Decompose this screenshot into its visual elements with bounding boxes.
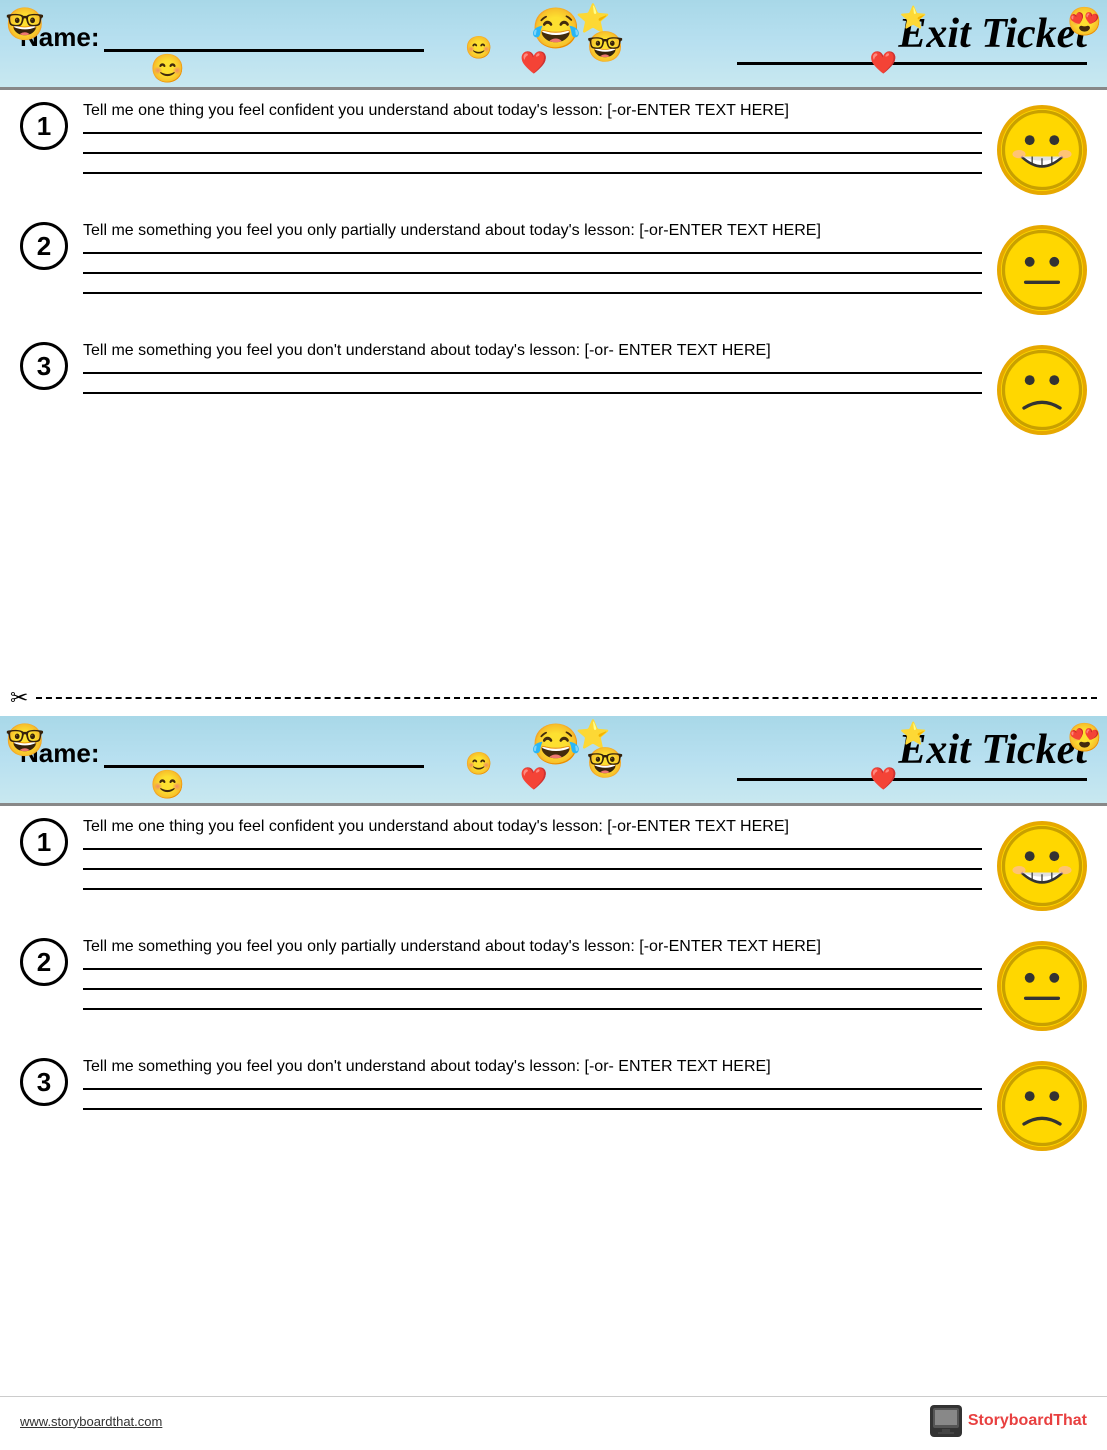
answer-line-1c-top[interactable] xyxy=(83,172,982,174)
question-text-3-top: Tell me something you feel you don't und… xyxy=(83,340,982,362)
answer-line-2a-top[interactable] xyxy=(83,252,982,254)
question-text-2-bottom: Tell me something you feel you only part… xyxy=(83,936,982,958)
face-neutral-top xyxy=(997,225,1087,315)
answer-lines-1-top xyxy=(83,132,982,174)
happy-face-svg-bottom xyxy=(1001,821,1083,911)
neutral-face-svg-bottom xyxy=(1001,941,1083,1031)
header-bottom: 🤓 😂 ⭐ 🤓 😊 ❤️ ❤️ ⭐ 😍 😊 Name: Exit Ticket xyxy=(0,716,1107,806)
question-text-1-bottom: Tell me one thing you feel confident you… xyxy=(83,816,982,838)
question-text-area-3-bottom: Tell me something you feel you don't und… xyxy=(83,1056,982,1128)
exit-ticket-title-top: Exit Ticket xyxy=(737,10,1087,65)
question-row-2-top: 2 Tell me something you feel you only pa… xyxy=(20,220,1087,315)
answer-line-3b-top[interactable] xyxy=(83,392,982,394)
question-row-2-bottom: 2 Tell me something you feel you only pa… xyxy=(20,936,1087,1031)
face-sad-top xyxy=(997,345,1087,435)
sad-face-svg-top xyxy=(1001,345,1083,435)
question-text-3-bottom: Tell me something you feel you don't und… xyxy=(83,1056,982,1078)
questions-top: 1 Tell me one thing you feel confident y… xyxy=(0,90,1107,465)
top-half: 🤓 😂 ⭐ 🤓 😊 ❤️ ❤️ ⭐ 😍 😊 Name: Exit Ticket xyxy=(0,0,1107,680)
question-text-1-top: Tell me one thing you feel confident you… xyxy=(83,100,982,122)
name-field-bottom: Name: xyxy=(20,738,424,769)
header-top: 🤓 😂 ⭐ 🤓 😊 ❤️ ❤️ ⭐ 😍 😊 Name: Exit Ticket xyxy=(0,0,1107,90)
page: 🤓 😂 ⭐ 🤓 😊 ❤️ ❤️ ⭐ 😍 😊 Name: Exit Ticket xyxy=(0,0,1107,1445)
footer: www.storyboardthat.com StoryboardThat xyxy=(0,1396,1107,1445)
face-happy-top xyxy=(997,105,1087,195)
number-circle-2-bottom: 2 xyxy=(20,938,68,986)
number-circle-2-top: 2 xyxy=(20,222,68,270)
answer-line-2a-bottom[interactable] xyxy=(83,968,982,970)
exit-ticket-title-bottom: Exit Ticket xyxy=(737,726,1087,781)
question-text-area-2-bottom: Tell me something you feel you only part… xyxy=(83,936,982,1028)
number-circle-3-bottom: 3 xyxy=(20,1058,68,1106)
number-circle-1-top: 1 xyxy=(20,102,68,150)
name-field-top: Name: xyxy=(20,22,424,53)
question-text-area-2-top: Tell me something you feel you only part… xyxy=(83,220,982,312)
face-happy-bottom xyxy=(997,821,1087,911)
question-row-1-top: 1 Tell me one thing you feel confident y… xyxy=(20,100,1087,195)
cut-line: ✂ xyxy=(0,685,1107,711)
neutral-face-svg-top xyxy=(1001,225,1083,315)
storyboard-logo-icon xyxy=(930,1405,962,1437)
sad-face-svg-bottom xyxy=(1001,1061,1083,1151)
answer-lines-2-top xyxy=(83,252,982,294)
answer-line-1a-top[interactable] xyxy=(83,132,982,134)
answer-line-3b-bottom[interactable] xyxy=(83,1108,982,1110)
name-label-top: Name: xyxy=(20,22,99,53)
happy-face-svg-top xyxy=(1001,105,1083,195)
name-label-bottom: Name: xyxy=(20,738,99,769)
header-inner-bottom: Name: Exit Ticket xyxy=(20,726,1087,781)
footer-logo: StoryboardThat xyxy=(930,1405,1087,1437)
face-neutral-bottom xyxy=(997,941,1087,1031)
answer-line-2c-top[interactable] xyxy=(83,292,982,294)
answer-line-1c-bottom[interactable] xyxy=(83,888,982,890)
answer-line-1b-bottom[interactable] xyxy=(83,868,982,870)
answer-lines-1-bottom xyxy=(83,848,982,890)
question-row-3-top: 3 Tell me something you feel you don't u… xyxy=(20,340,1087,435)
questions-bottom: 1 Tell me one thing you feel confident y… xyxy=(0,806,1107,1181)
name-input-line-top[interactable] xyxy=(104,24,424,52)
answer-line-2b-bottom[interactable] xyxy=(83,988,982,990)
dashed-line xyxy=(36,697,1097,699)
header-inner-top: Name: Exit Ticket xyxy=(20,10,1087,65)
question-text-area-1-top: Tell me one thing you feel confident you… xyxy=(83,100,982,192)
answer-line-1a-bottom[interactable] xyxy=(83,848,982,850)
answer-line-3a-bottom[interactable] xyxy=(83,1088,982,1090)
question-text-2-top: Tell me something you feel you only part… xyxy=(83,220,982,242)
answer-line-1b-top[interactable] xyxy=(83,152,982,154)
number-circle-3-top: 3 xyxy=(20,342,68,390)
number-circle-1-bottom: 1 xyxy=(20,818,68,866)
footer-url: www.storyboardthat.com xyxy=(20,1414,162,1429)
footer-logo-text: StoryboardThat xyxy=(968,1412,1087,1430)
answer-lines-2-bottom xyxy=(83,968,982,1010)
answer-line-2b-top[interactable] xyxy=(83,272,982,274)
answer-line-2c-bottom[interactable] xyxy=(83,1008,982,1010)
question-row-3-bottom: 3 Tell me something you feel you don't u… xyxy=(20,1056,1087,1151)
bottom-half: 🤓 😂 ⭐ 🤓 😊 ❤️ ❤️ ⭐ 😍 😊 Name: Exit Ticket xyxy=(0,716,1107,1396)
face-sad-bottom xyxy=(997,1061,1087,1151)
scissors-icon: ✂ xyxy=(10,685,28,711)
name-input-line-bottom[interactable] xyxy=(104,740,424,768)
answer-lines-3-top xyxy=(83,372,982,394)
question-text-area-3-top: Tell me something you feel you don't und… xyxy=(83,340,982,412)
answer-lines-3-bottom xyxy=(83,1088,982,1110)
question-text-area-1-bottom: Tell me one thing you feel confident you… xyxy=(83,816,982,908)
question-row-1-bottom: 1 Tell me one thing you feel confident y… xyxy=(20,816,1087,911)
answer-line-3a-top[interactable] xyxy=(83,372,982,374)
